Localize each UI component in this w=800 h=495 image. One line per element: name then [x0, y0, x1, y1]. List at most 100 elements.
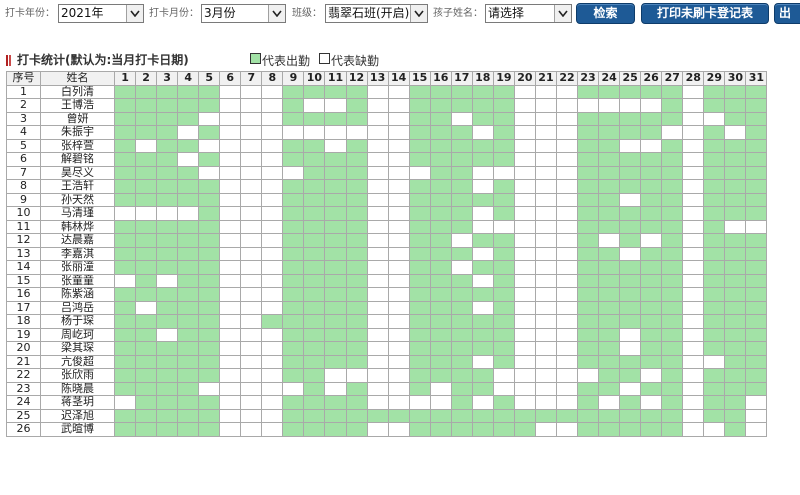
attendance-cell-absent: [724, 219, 747, 234]
attendance-cell-present: [450, 422, 473, 437]
attendance-cell-present: [113, 381, 137, 396]
attendance-cell-absent: [471, 206, 494, 221]
year-select[interactable]: 2021年: [58, 4, 144, 23]
attendance-cell-absent: [366, 179, 389, 194]
attendance-cell-present: [577, 206, 600, 221]
attendance-cell-present: [492, 246, 515, 261]
attendance-cell-present: [324, 273, 347, 288]
header-day: 25: [619, 71, 642, 86]
attendance-cell-present: [324, 260, 347, 275]
attendance-cell-present: [408, 287, 431, 302]
attendance-cell-absent: [366, 273, 389, 288]
attendance-cell-absent: [219, 192, 242, 207]
row-seq: 16: [6, 287, 41, 302]
attendance-cell-present: [450, 314, 473, 329]
attendance-cell-present: [703, 273, 726, 288]
print-unswiped-button[interactable]: 打印未刷卡登记表: [641, 3, 769, 24]
attendance-cell-absent: [219, 233, 242, 248]
attendance-cell-present: [408, 206, 431, 221]
class-select[interactable]: 翡翠石班(开启): [325, 4, 428, 23]
child-select[interactable]: 请选择: [485, 4, 572, 23]
attendance-cell-absent: [534, 314, 557, 329]
attendance-cell-absent: [387, 246, 410, 261]
row-name: 达晨嘉: [40, 233, 115, 248]
attendance-cell-present: [577, 192, 600, 207]
attendance-cell-absent: [555, 233, 579, 248]
attendance-cell-present: [261, 314, 284, 329]
attendance-cell-absent: [682, 422, 705, 437]
attendance-cell-present: [408, 368, 431, 383]
attendance-cell-absent: [513, 98, 536, 113]
header-day: 22: [555, 71, 579, 86]
attendance-cell-absent: [219, 246, 242, 261]
attendance-cell-present: [324, 341, 347, 356]
chevron-down-icon: [126, 5, 143, 22]
attendance-cell-present: [619, 233, 642, 248]
attendance-cell-present: [303, 273, 326, 288]
attendance-cell-present: [345, 327, 368, 342]
header-day: 18: [471, 71, 494, 86]
row-name: 武暄博: [40, 422, 115, 437]
attendance-cell-absent: [240, 192, 263, 207]
search-button[interactable]: 检索: [576, 3, 635, 24]
attendance-cell-present: [282, 300, 305, 315]
month-select[interactable]: 3月份: [201, 4, 286, 23]
attendance-cell-present: [156, 233, 179, 248]
attendance-cell-present: [135, 314, 158, 329]
header-day: 8: [261, 71, 284, 86]
attendance-cell-present: [724, 206, 747, 221]
attendance-cell-absent: [261, 219, 284, 234]
attendance-cell-present: [408, 354, 431, 369]
row-name: 朱振宇: [40, 125, 115, 140]
attendance-cell-present: [135, 368, 158, 383]
attendance-cell-absent: [219, 98, 242, 113]
header-day: 16: [429, 71, 452, 86]
attendance-cell-absent: [387, 233, 410, 248]
attendance-cell-present: [135, 192, 158, 207]
attendance-cell-present: [661, 314, 684, 329]
attendance-cell-present: [366, 408, 389, 423]
attendance-cell-present: [450, 98, 473, 113]
attendance-cell-present: [745, 125, 768, 140]
header-day: 1: [113, 71, 137, 86]
attendance-cell-present: [450, 246, 473, 261]
attendance-cell-present: [135, 354, 158, 369]
attendance-cell-present: [598, 206, 621, 221]
attendance-cell-present: [156, 287, 179, 302]
attendance-cell-present: [324, 395, 347, 410]
attendance-cell-present: [324, 206, 347, 221]
class-select-value: 翡翠石班(开启): [328, 6, 410, 20]
attendance-cell-present: [429, 138, 452, 153]
attendance-cell-absent: [113, 273, 137, 288]
attendance-cell-absent: [513, 138, 536, 153]
attendance-cell-present: [324, 192, 347, 207]
attendance-cell-present: [156, 84, 179, 99]
attendance-cell-absent: [198, 138, 221, 153]
attendance-cell-present: [135, 327, 158, 342]
attendance-cell-present: [577, 138, 600, 153]
attendance-cell-present: [640, 179, 663, 194]
attendance-cell-absent: [240, 219, 263, 234]
attendance-cell-present: [135, 165, 158, 180]
attendance-cell-present: [408, 152, 431, 167]
attendance-cell-absent: [177, 206, 200, 221]
attendance-cell-absent: [745, 422, 768, 437]
attendance-cell-absent: [682, 111, 705, 126]
attendance-cell-present: [555, 408, 579, 423]
attendance-cell-present: [703, 84, 726, 99]
attendance-cell-absent: [366, 314, 389, 329]
attendance-cell-absent: [240, 273, 263, 288]
attendance-cell-absent: [219, 354, 242, 369]
attendance-cell-present: [577, 341, 600, 356]
export-button[interactable]: 出: [774, 3, 800, 24]
attendance-cell-present: [113, 165, 137, 180]
attendance-cell-absent: [156, 273, 179, 288]
attendance-cell-present: [198, 341, 221, 356]
attendance-cell-absent: [534, 84, 557, 99]
attendance-cell-present: [471, 287, 494, 302]
attendance-cell-present: [345, 111, 368, 126]
header-day: 30: [724, 71, 747, 86]
attendance-cell-present: [429, 260, 452, 275]
attendance-cell-present: [640, 341, 663, 356]
attendance-cell-present: [303, 246, 326, 261]
